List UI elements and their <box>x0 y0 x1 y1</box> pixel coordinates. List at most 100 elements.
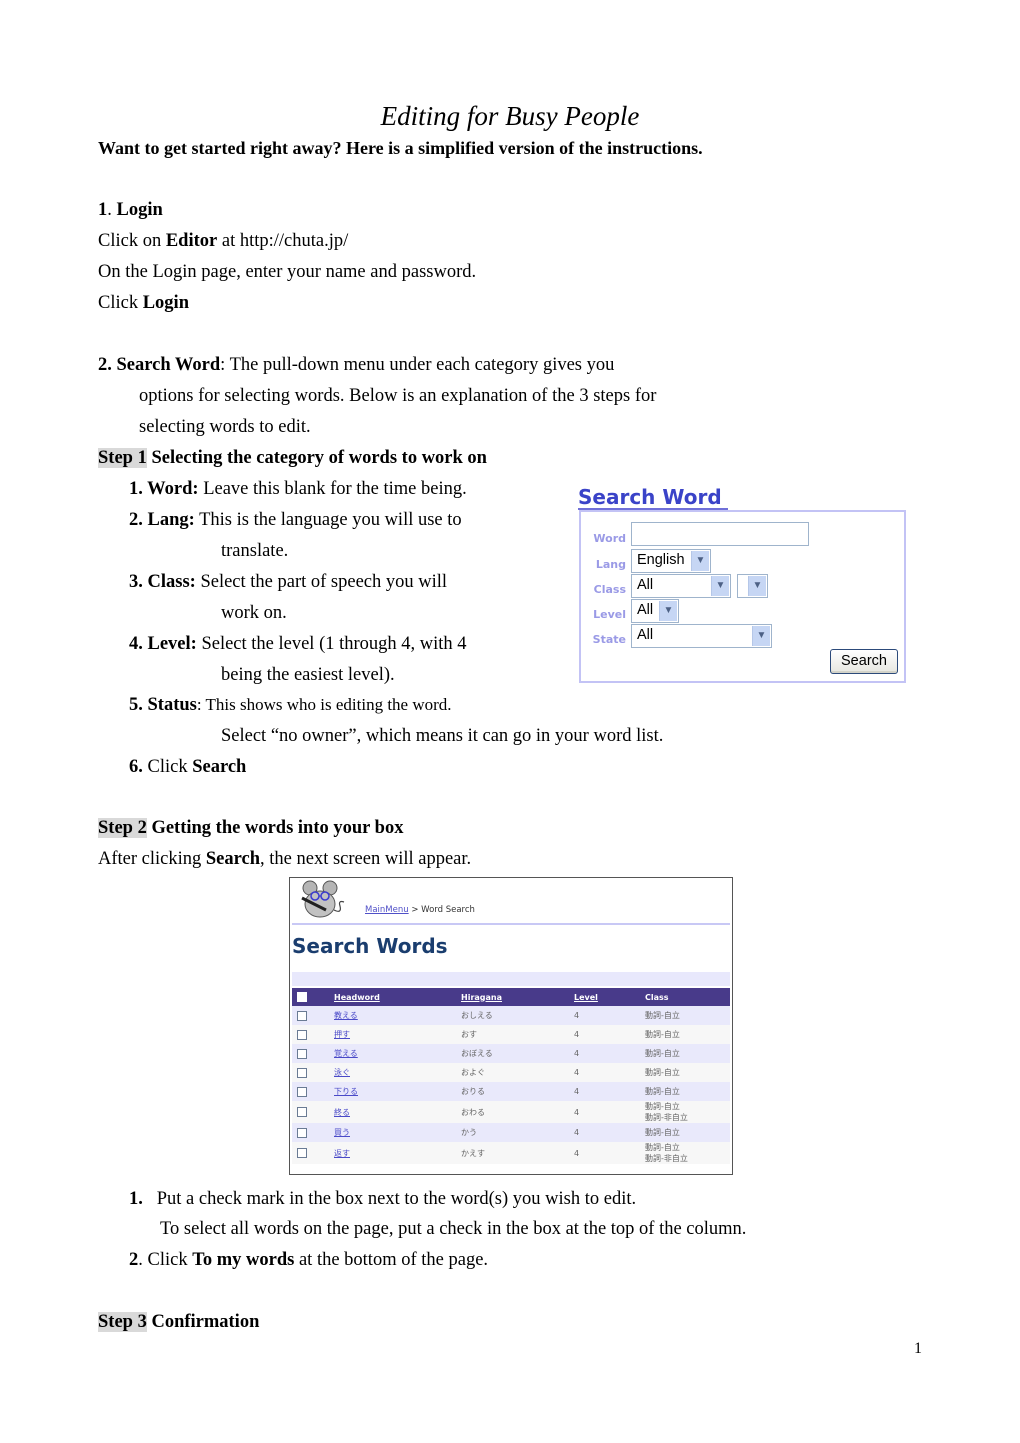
class-cell: 動詞-自立 <box>645 1044 730 1063</box>
step1-item-word: 1. Word: Leave this blank for the time b… <box>129 478 467 500</box>
headword-link[interactable]: 下りる <box>334 1087 358 1096</box>
breadcrumb: MainMenu > Word Search <box>365 905 475 915</box>
select-all-cell <box>292 988 334 1006</box>
hiragana-cell: かえす <box>461 1142 574 1164</box>
class-cell: 動詞-自立 <box>645 1006 730 1025</box>
step3-heading: Step 3 Confirmation <box>98 1311 259 1333</box>
item-label: 3. Class: <box>129 572 196 592</box>
hiragana-text: かえす <box>461 1148 485 1158</box>
search-words-screenshot: MainMenu > Word Search Search Words Head… <box>289 877 733 1175</box>
column-headword[interactable]: Headword <box>334 988 461 1006</box>
headword-link[interactable]: 泳ぐ <box>334 1068 350 1077</box>
item-label: 1. Word: <box>129 479 199 499</box>
step1-item-status: 5. Status: This shows who is editing the… <box>129 694 452 716</box>
row-checkbox[interactable] <box>297 1127 307 1138</box>
checkbox-cell <box>292 1006 334 1025</box>
class-select[interactable]: All ▼ <box>631 574 731 598</box>
section-heading: Login <box>116 200 163 220</box>
row-checkbox[interactable] <box>297 1107 307 1117</box>
chevron-down-icon: ▼ <box>659 601 677 621</box>
step1-item-class: 3. Class: Select the part of speech you … <box>129 571 447 593</box>
headword-link[interactable]: 終る <box>334 1108 350 1117</box>
headword-cell: 下りる <box>334 1082 461 1101</box>
level-select[interactable]: All ▼ <box>631 599 679 623</box>
text: : The pull-down menu under each category… <box>220 355 615 375</box>
column-label: Class <box>645 992 669 1002</box>
item-text: at the bottom of the page. <box>294 1250 489 1270</box>
step-label: Step 1 <box>98 448 147 468</box>
row-checkbox[interactable] <box>297 1029 307 1040</box>
level-text: 4 <box>574 1011 580 1020</box>
search-button[interactable]: Search <box>830 649 898 674</box>
hiragana-cell: おわる <box>461 1101 574 1123</box>
class-text: 動詞-自立 <box>645 1128 680 1137</box>
headword-link[interactable]: 返す <box>334 1149 350 1158</box>
step1-item-click-search: 6. Click Search <box>129 756 246 778</box>
row-checkbox[interactable] <box>297 1067 307 1078</box>
item-text: Select the level (1 through 4, with 4 <box>196 634 467 654</box>
search-term: Search <box>192 757 247 777</box>
class-text: 動詞-自立 <box>645 1102 680 1111</box>
search-words-heading: Search Words <box>292 934 448 958</box>
level-value: All <box>637 602 654 618</box>
select-all-checkbox[interactable] <box>297 992 307 1002</box>
section-number: 1 <box>98 200 108 220</box>
document-subtitle: Want to get started right away? Here is … <box>98 138 703 158</box>
hiragana-cell: おす <box>461 1025 574 1044</box>
class-text: 動詞-自立 <box>645 1087 680 1096</box>
chevron-down-icon: ▼ <box>711 576 729 596</box>
column-hiragana[interactable]: Hiragana <box>461 988 574 1006</box>
step2-item-2: 2. Click To my words at the bottom of th… <box>129 1249 488 1271</box>
step1-heading: Step 1 Selecting the category of words t… <box>98 447 487 469</box>
checkbox-cell <box>292 1025 334 1044</box>
item-number: 1. <box>129 1189 143 1209</box>
headword-link[interactable]: 買う <box>334 1128 350 1137</box>
step1-item-status-cont: Select “no owner”, which means it can go… <box>221 726 664 746</box>
hiragana-cell: かう <box>461 1123 574 1142</box>
class-cell: 動詞-自立 動詞-非自立 <box>645 1101 730 1123</box>
headword-link[interactable]: 押す <box>334 1030 350 1039</box>
state-select[interactable]: All ▼ <box>631 624 772 648</box>
hiragana-cell: おしえる <box>461 1006 574 1025</box>
level-cell: 4 <box>574 1082 645 1101</box>
breadcrumb-mainmenu-link[interactable]: MainMenu <box>365 905 409 915</box>
hiragana-text: おぼえる <box>461 1049 493 1058</box>
step-title: Getting the words into your box <box>146 818 404 838</box>
row-checkbox[interactable] <box>297 1010 307 1021</box>
mouse-mascot-icon <box>301 880 345 918</box>
step2-heading: Step 2 Getting the words into your box <box>98 817 403 839</box>
column-class: Class <box>645 988 730 1006</box>
row-checkbox[interactable] <box>297 1148 307 1158</box>
row-checkbox[interactable] <box>297 1048 307 1059</box>
column-level[interactable]: Level <box>574 988 645 1006</box>
level-text: 4 <box>574 1068 580 1077</box>
step-title: Selecting the category of words to work … <box>146 448 487 468</box>
word-input[interactable] <box>631 522 809 546</box>
to-my-words-term: To my words <box>192 1250 295 1270</box>
hiragana-text: おりる <box>461 1087 485 1096</box>
headword-link[interactable]: 覚える <box>334 1049 358 1058</box>
chevron-down-icon: ▼ <box>691 551 709 571</box>
level-cell: 4 <box>574 1063 645 1082</box>
lang-select[interactable]: English ▼ <box>631 549 711 573</box>
class-cell: 動詞-自立 <box>645 1063 730 1082</box>
row-checkbox[interactable] <box>297 1086 307 1097</box>
table-header-row: Headword Hiragana Level Class <box>292 988 730 1006</box>
table-row: 買う かう 4 動詞-自立 <box>292 1123 730 1142</box>
hiragana-cell: おぼえる <box>461 1044 574 1063</box>
step2-item-1: 1. Put a check mark in the box next to t… <box>129 1188 636 1210</box>
class-value: All <box>637 577 654 593</box>
item-label: 2. Lang: <box>129 510 195 530</box>
class-text: 動詞-非自立 <box>645 1154 688 1163</box>
item-label: 4. Level: <box>129 634 197 654</box>
class-text: 動詞-自立 <box>645 1143 680 1152</box>
subclass-select[interactable]: ▼ <box>737 574 768 598</box>
breadcrumb-current: Word Search <box>421 905 475 915</box>
table-row: 返す かえす 4 動詞-自立 動詞-非自立 <box>292 1142 730 1164</box>
headword-link[interactable]: 教える <box>334 1011 358 1020</box>
level-cell: 4 <box>574 1101 645 1123</box>
section-search-intro: 2. Search Word: The pull-down menu under… <box>98 354 614 376</box>
class-text: 動詞-自立 <box>645 1068 680 1077</box>
checkbox-cell <box>292 1101 334 1123</box>
search-term: Search <box>205 849 261 869</box>
